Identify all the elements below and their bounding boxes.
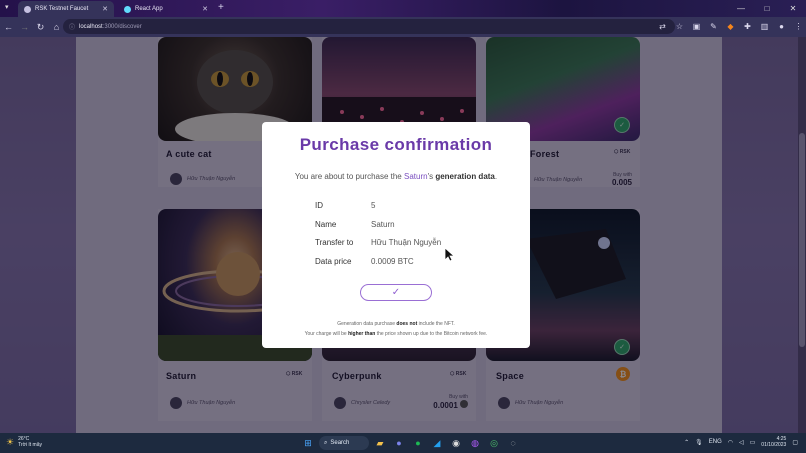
reload-icon[interactable]: ↻: [33, 20, 48, 35]
teams-icon[interactable]: ●: [391, 435, 407, 451]
detail-key: Transfer to: [315, 238, 354, 247]
metamask-icon[interactable]: ◆: [723, 19, 738, 34]
dialog-description: You are about to purchase the Saturn's g…: [262, 172, 530, 181]
github-icon[interactable]: ◉: [448, 435, 464, 451]
close-window-icon[interactable]: ✕: [780, 0, 806, 16]
weather-widget[interactable]: ☀ 26°C Trời ít mây: [6, 436, 42, 448]
close-tab-icon[interactable]: ✕: [202, 5, 208, 13]
generation-data-label: generation data: [435, 172, 495, 181]
dialog-title: Purchase confirmation: [299, 135, 493, 154]
url-path: :3000/discover: [102, 23, 142, 30]
pen-icon[interactable]: ✎: [706, 19, 721, 34]
detail-row-data-price: Data price 0.0009 BTC: [315, 257, 414, 266]
react-favicon-icon: [124, 5, 131, 13]
weather-text: Trời ít mây: [18, 442, 43, 448]
tab-rsk-faucet[interactable]: RSK Testnet Faucet ✕: [18, 1, 114, 17]
battery-icon[interactable]: ▭: [750, 439, 756, 446]
detail-value: 0.0009 BTC: [371, 257, 414, 266]
detail-key: Name: [315, 220, 337, 229]
volume-icon[interactable]: ◁: [739, 439, 744, 446]
home-icon[interactable]: ⌂: [49, 20, 64, 35]
network-fee-note: Your charge will be higher than the pric…: [304, 331, 488, 337]
detail-row-transfer-to: Transfer to Hữu Thuận Nguyễn: [315, 238, 441, 247]
messenger-icon[interactable]: ◍: [467, 435, 483, 451]
system-tray: ⌃ 🎙 ENG ◠ ◁ ▭ 4:25 01/10/2023 ▢: [684, 436, 798, 448]
detail-row-name: Name Saturn: [315, 220, 395, 229]
date: 01/10/2023: [761, 442, 787, 448]
search-label: Search: [330, 440, 350, 446]
browser-toolbar: ← → ↻ ⌂ ⓘ localhost:3000/discover ⇄ ☆ ▣ …: [0, 17, 806, 37]
language-indicator[interactable]: ENG: [709, 439, 722, 445]
clock[interactable]: 4:25 01/10/2023: [761, 436, 786, 448]
forward-icon[interactable]: →: [17, 20, 32, 35]
menu-icon[interactable]: ⋮: [791, 19, 806, 34]
minimize-icon[interactable]: —: [728, 0, 754, 16]
page: A cute cat Hữu Thuận Nguyễn ✓ Forest ⬡ R…: [0, 37, 806, 433]
spotify-icon[interactable]: ●: [410, 435, 426, 451]
favicon-icon: [24, 5, 31, 13]
extensions-puzzle-icon[interactable]: ✚: [740, 19, 755, 34]
new-tab-button[interactable]: +: [218, 2, 224, 13]
profile-icon[interactable]: ●: [774, 19, 789, 34]
mouse-cursor-icon: [445, 248, 455, 262]
bookmark-star-icon[interactable]: ☆: [672, 19, 687, 34]
nft-name: Saturn: [403, 172, 428, 181]
detail-row-id: ID 5: [315, 201, 375, 210]
show-hidden-icons-icon[interactable]: ⌃: [684, 439, 689, 446]
purchase-confirmation-dialog: Purchase confirmation You are about to p…: [262, 122, 530, 348]
sidebar-icon[interactable]: ▥: [757, 19, 772, 34]
windows-start-icon[interactable]: ⊞: [300, 435, 316, 451]
site-info-icon[interactable]: ⓘ: [69, 22, 75, 31]
detail-key: Data price: [315, 257, 352, 266]
lead-text: .: [494, 172, 498, 181]
microphone-icon[interactable]: 🎙: [695, 439, 703, 446]
detail-value: Saturn: [371, 220, 395, 229]
windows-taskbar: ☀ 26°C Trời ít mây ⊞ ⌕ Search ▰ ● ● ◢ ◉ …: [0, 433, 806, 453]
tab-react-app[interactable]: React App ✕: [118, 1, 214, 17]
app-icon[interactable]: ◌: [505, 435, 521, 451]
detail-key: ID: [315, 201, 323, 210]
address-bar[interactable]: ⓘ localhost:3000/discover: [63, 19, 675, 34]
translate-icon[interactable]: ⇄: [655, 19, 670, 34]
back-icon[interactable]: ←: [1, 20, 16, 35]
tab-label: RSK Testnet Faucet: [35, 6, 89, 12]
wifi-icon[interactable]: ◠: [728, 439, 733, 446]
maximize-icon[interactable]: □: [754, 0, 780, 16]
tab-label: React App: [135, 6, 163, 12]
chrome-icon[interactable]: ◎: [486, 435, 502, 451]
file-explorer-icon[interactable]: ▰: [372, 435, 388, 451]
url-host: localhost: [79, 23, 103, 30]
confirm-purchase-button[interactable]: ✓: [360, 284, 432, 301]
tab-list-icon[interactable]: ▾: [5, 3, 9, 11]
extension-icon[interactable]: ▣: [689, 19, 704, 34]
vscode-icon[interactable]: ◢: [429, 435, 445, 451]
lead-text: You are about to purchase the: [294, 172, 404, 181]
no-nft-note: Generation data purchase does not includ…: [337, 321, 455, 327]
close-tab-icon[interactable]: ✕: [102, 5, 108, 13]
notification-icon[interactable]: ▢: [792, 439, 798, 446]
search-icon: ⌕: [324, 439, 328, 446]
weather-icon: ☀: [6, 436, 15, 447]
detail-value: Hữu Thuận Nguyễn: [371, 238, 442, 247]
taskbar-search[interactable]: ⌕ Search: [319, 436, 369, 450]
detail-value: 5: [371, 201, 376, 210]
checkmark-icon: ✓: [391, 287, 401, 298]
browser-tab-bar: ▾ RSK Testnet Faucet ✕ React App ✕ + — □…: [0, 0, 806, 17]
